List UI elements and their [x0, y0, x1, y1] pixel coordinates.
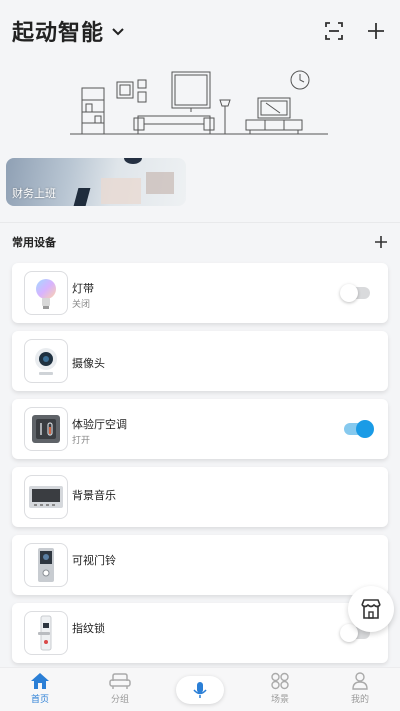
toggle-knob: [340, 284, 358, 302]
device-card-fingerprint-lock[interactable]: 指纹锁: [12, 603, 388, 663]
store-button[interactable]: [348, 586, 394, 632]
room-illustration: [70, 70, 328, 135]
power-toggle[interactable]: [344, 420, 374, 438]
toggle-knob: [356, 420, 374, 438]
device-name: 摄像头: [72, 357, 105, 370]
nav-home[interactable]: 首页: [10, 672, 70, 710]
scene-label: 财务上班: [12, 187, 56, 200]
device-name: 灯带: [72, 282, 94, 295]
doorbell-icon: [24, 543, 68, 587]
top-bar: 起动智能: [0, 0, 400, 62]
scan-button[interactable]: [322, 19, 346, 43]
store-icon: [361, 599, 381, 619]
nav-profile[interactable]: 我的: [330, 672, 390, 710]
device-card-camera[interactable]: 摄像头: [12, 331, 388, 391]
device-name: 可视门铃: [72, 554, 116, 567]
user-icon: [352, 672, 368, 690]
nav-label: 我的: [350, 695, 369, 705]
bottom-nav: 首页 分组 场景 我的: [0, 667, 400, 711]
scene-card[interactable]: 财务上班: [6, 158, 186, 206]
fingerprint-lock-icon: [24, 611, 68, 655]
scene-decor: [146, 172, 174, 194]
device-status: 关闭: [72, 300, 91, 310]
device-card-light-strip[interactable]: 灯带 关闭: [12, 263, 388, 323]
music-panel-icon: [24, 475, 68, 519]
home-icon: [31, 673, 49, 689]
device-card-video-doorbell[interactable]: 可视门铃: [12, 535, 388, 595]
device-name: 体验厅空调: [72, 418, 127, 431]
nav-groups[interactable]: 分组: [90, 672, 150, 710]
device-card-air-conditioner[interactable]: 体验厅空调 打开: [12, 399, 388, 459]
nav-label: 首页: [30, 695, 49, 705]
device-status: 打开: [72, 436, 91, 446]
voice-button[interactable]: [176, 676, 224, 704]
power-toggle[interactable]: [340, 284, 370, 302]
home-selector[interactable]: 起动智能: [12, 15, 126, 47]
add-button[interactable]: [364, 19, 388, 43]
camera-icon: [24, 339, 68, 383]
section-title: 常用设备: [12, 236, 56, 249]
home-name: 起动智能: [12, 21, 105, 46]
nav-label: 分组: [110, 695, 129, 705]
scene-decor: [73, 188, 91, 206]
microphone-icon: [193, 682, 207, 698]
toggle-knob: [340, 624, 358, 642]
nav-label: 场景: [270, 695, 289, 705]
device-card-background-music[interactable]: 背景音乐: [12, 467, 388, 527]
scan-icon: [325, 22, 343, 40]
scene-decor: [124, 158, 142, 164]
chevron-down-icon: [112, 28, 124, 36]
device-name: 背景音乐: [72, 489, 116, 502]
divider: [0, 222, 400, 223]
bulb-icon: [24, 271, 68, 315]
plus-icon[interactable]: [374, 235, 388, 249]
plus-icon: [368, 23, 384, 39]
nav-scenes[interactable]: 场景: [250, 672, 310, 710]
device-name: 指纹锁: [72, 622, 105, 635]
scene-decor: [101, 178, 141, 204]
sofa-icon: [109, 673, 131, 689]
thermostat-icon: [24, 407, 68, 451]
common-devices-header: 常用设备: [12, 232, 388, 252]
scene-grid-icon: [271, 672, 289, 690]
